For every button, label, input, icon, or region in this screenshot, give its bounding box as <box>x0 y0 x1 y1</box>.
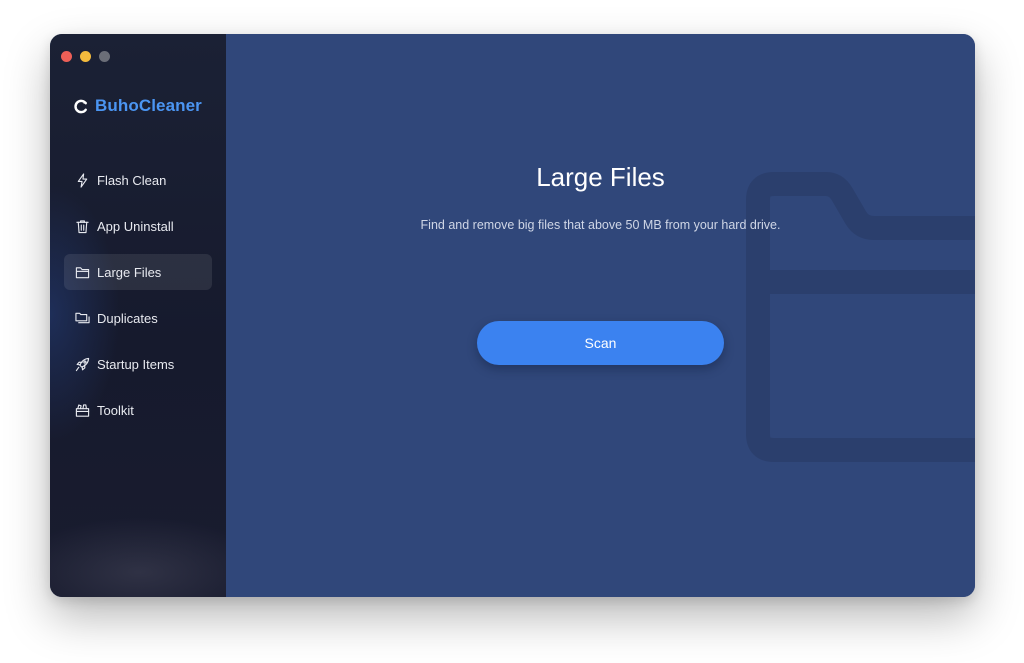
folder-icon <box>75 266 90 278</box>
page-title: Large Files <box>536 162 665 192</box>
large-folder-icon <box>746 172 975 462</box>
trash-icon <box>76 219 89 233</box>
lightning-icon <box>77 172 88 188</box>
sidebar-item-label: Duplicates <box>97 310 158 326</box>
sidebar-item-label: Large Files <box>97 264 162 280</box>
rocket-icon <box>75 357 90 371</box>
minimize-window-button[interactable] <box>80 51 91 62</box>
sidebar-item-duplicates[interactable]: Duplicates <box>64 300 212 336</box>
sidebar-item-label: Flash Clean <box>97 172 167 188</box>
scan-button[interactable]: Scan <box>477 321 724 365</box>
sidebar: BuhoCleaner Flash Clean App Uninstall La… <box>50 34 226 597</box>
sidebar-item-toolkit[interactable]: Toolkit <box>64 392 212 428</box>
brand-name: BuhoCleaner <box>95 96 202 115</box>
duplicate-folders-icon <box>75 312 90 323</box>
buho-logo-icon <box>74 99 87 113</box>
sidebar-item-flash-clean[interactable]: Flash Clean <box>64 162 212 198</box>
main-panel: Large Files Find and remove big files th… <box>226 34 975 597</box>
zoom-window-button[interactable] <box>99 51 110 62</box>
sidebar-item-label: App Uninstall <box>97 218 174 234</box>
sidebar-item-label: Startup Items <box>97 356 175 372</box>
close-window-button[interactable] <box>61 51 72 62</box>
sidebar-item-label: Toolkit <box>97 402 134 418</box>
page-subtitle: Find and remove big files that above 50 … <box>420 218 781 232</box>
brand: BuhoCleaner <box>74 96 202 116</box>
toolkit-icon <box>75 403 90 417</box>
app-window: BuhoCleaner Flash Clean App Uninstall La… <box>50 34 975 597</box>
sidebar-nav: Flash Clean App Uninstall Large Files Du… <box>64 162 212 438</box>
sidebar-item-app-uninstall[interactable]: App Uninstall <box>64 208 212 244</box>
sidebar-item-startup-items[interactable]: Startup Items <box>64 346 212 382</box>
window-controls <box>61 51 110 62</box>
sidebar-item-large-files[interactable]: Large Files <box>64 254 212 290</box>
